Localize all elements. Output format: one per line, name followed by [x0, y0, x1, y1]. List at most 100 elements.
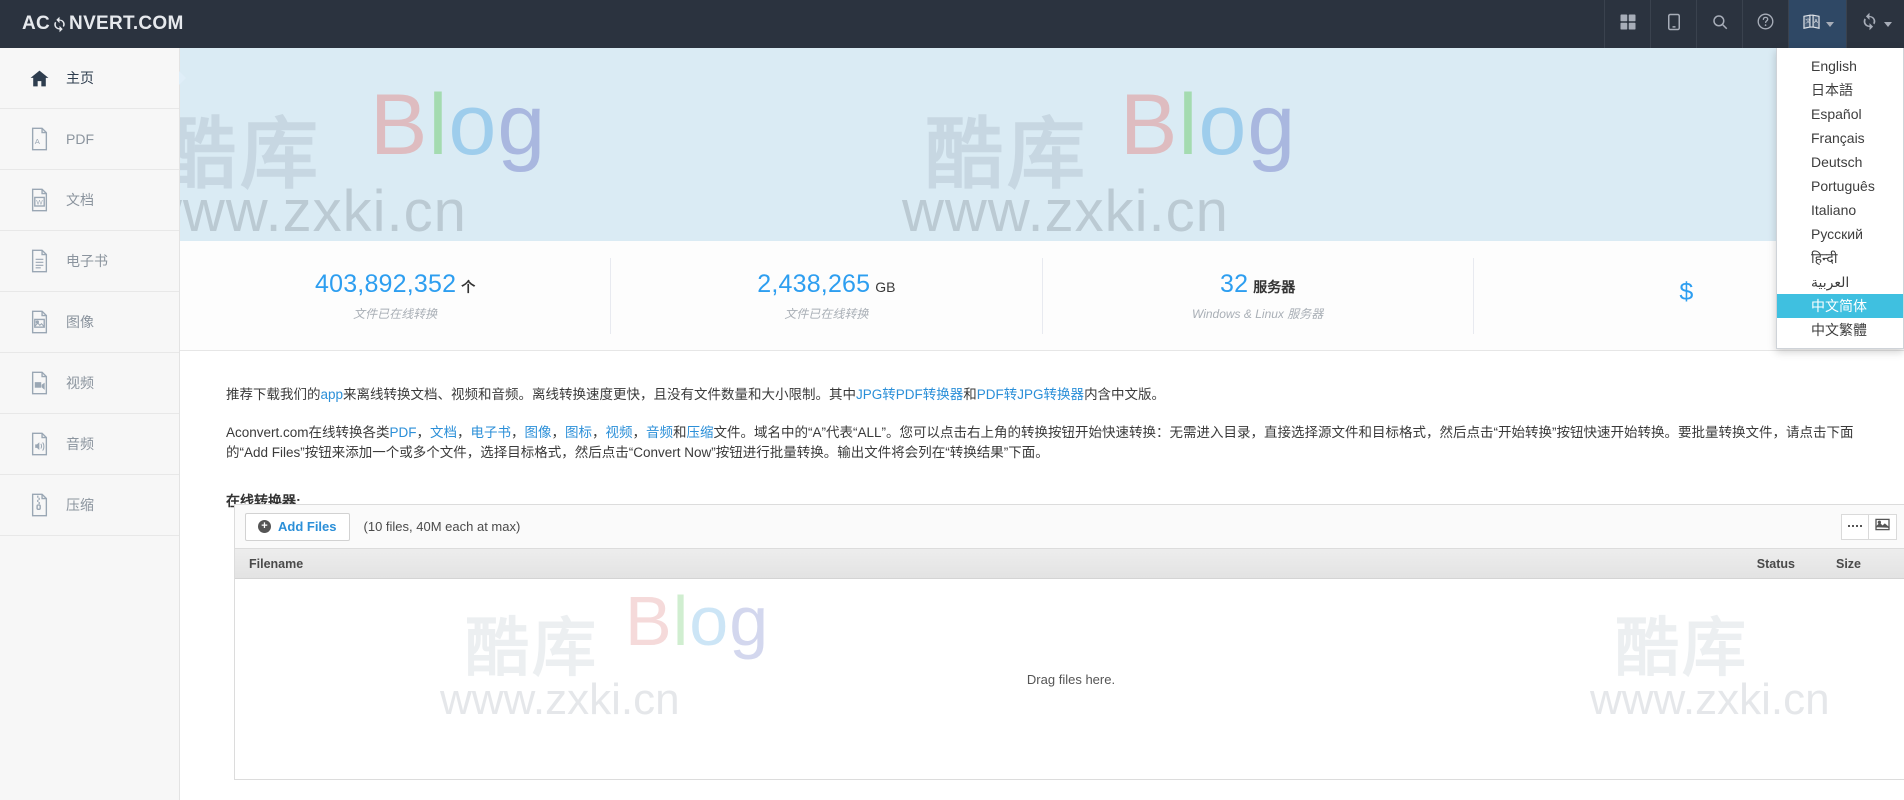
sidebar-item-ebook[interactable]: 电子书: [0, 231, 179, 292]
intro-paragraphs: 推荐下载我们的app来离线转换文档、视频和音频。离线转换速度更快，且没有文件数量…: [180, 351, 1904, 463]
content-watermark-blog-left: Blog: [625, 581, 769, 661]
stat-files-converted: 403,892,352 个 文件已在线转换: [180, 257, 612, 334]
sidebar-item-image[interactable]: 图像: [0, 292, 179, 353]
p1-text-4: 内含中文版。: [1084, 387, 1166, 402]
p1-text-2: 来离线转换文档、视频和音频。离线转换速度更快，且没有文件数量和大小限制。其中: [343, 387, 857, 402]
stat-line-1: 403,892,352 个: [315, 270, 475, 299]
pdf-file-icon: A: [26, 124, 52, 154]
watermark-blog-g2: g: [1247, 77, 1297, 173]
watermark-brand-right: 酷库: [925, 110, 1090, 198]
watermark-blog-b: B: [370, 77, 429, 173]
language-option-english[interactable]: English: [1777, 54, 1903, 78]
chevron-down-icon: [1883, 21, 1892, 27]
language-option-japanese[interactable]: 日本語: [1777, 78, 1903, 102]
p2-sep-4: ，: [551, 425, 566, 440]
sidebar-item-video[interactable]: 视频: [0, 353, 179, 414]
p2-sep-2: ，: [457, 425, 471, 440]
language-option-german[interactable]: Deutsch: [1777, 150, 1903, 174]
sidebar-item-home[interactable]: 主页: [0, 48, 186, 109]
stat-unit-files: 个: [461, 278, 476, 295]
stat-unit-gb: GB: [875, 278, 896, 295]
sidebar-label-video: 视频: [66, 375, 94, 391]
watermark-brand-left: 酷库: [180, 110, 323, 198]
sidebar-item-pdf[interactable]: A PDF: [0, 109, 179, 170]
language-option-arabic[interactable]: العربية: [1777, 270, 1903, 294]
column-header-filename: Filename: [249, 556, 304, 571]
link-archive[interactable]: 压缩: [687, 425, 714, 440]
stat-sub-files: 文件已在线转换: [353, 306, 438, 321]
sidebar-item-document[interactable]: W 文档: [0, 170, 179, 231]
svg-text:W: W: [36, 199, 43, 206]
logo-text-suffix: NVERT.COM: [69, 13, 184, 34]
language-option-chinese-traditional[interactable]: 中文繁體: [1777, 318, 1903, 342]
thumbnail-view-button[interactable]: [1869, 513, 1897, 540]
sidebar-item-archive[interactable]: 压缩: [0, 475, 179, 536]
p2-sep-7: 和: [673, 425, 687, 440]
video-file-icon: [26, 368, 52, 398]
stat-line-3: 32 服务器: [1220, 270, 1295, 299]
converter-panel: + Add Files (10 files, 40M each at max): [234, 504, 1904, 780]
language-option-spanish[interactable]: Español: [1777, 102, 1903, 126]
link-document[interactable]: 文档: [430, 425, 457, 440]
thumbnail-view-icon: [1875, 518, 1890, 536]
sidebar-label-audio: 音频: [66, 436, 94, 452]
main-content: 推荐下载我们的app来离线转换文档、视频和音频。离线转换速度更快，且没有文件数量…: [180, 351, 1904, 800]
link-app[interactable]: app: [321, 387, 344, 402]
paragraph-app-promo: 推荐下载我们的app来离线转换文档、视频和音频。离线转换速度更快，且没有文件数量…: [226, 385, 1858, 405]
home-icon: [26, 63, 52, 93]
svg-text:A: A: [34, 137, 40, 146]
search-icon-button[interactable]: [1696, 0, 1742, 48]
language-icon-button[interactable]: 文 A: [1788, 0, 1846, 48]
sidebar-item-audio[interactable]: 音频: [0, 414, 179, 475]
cwm-blog-b: B: [625, 582, 673, 660]
grid-icon-button[interactable]: [1604, 0, 1650, 48]
logo-text-prefix: AC: [22, 13, 51, 34]
language-option-russian[interactable]: Русский: [1777, 222, 1903, 246]
content-watermark-brand-right: 酷库: [1615, 612, 1749, 684]
device-icon-button[interactable]: [1650, 0, 1696, 48]
file-limit-note: (10 files, 40M each at max): [363, 519, 521, 534]
sidebar-active-pointer: [179, 71, 186, 85]
stat-line-2: 2,438,265 GB: [757, 270, 895, 299]
language-option-chinese-simplified[interactable]: 中文简体: [1777, 294, 1903, 318]
sidebar-label-ebook: 电子书: [66, 253, 108, 269]
help-icon-button[interactable]: [1742, 0, 1788, 48]
list-view-button[interactable]: [1841, 513, 1869, 540]
link-jpg-to-pdf[interactable]: JPG转PDF转换器: [856, 387, 963, 402]
stat-servers: 32 服务器 Windows & Linux 服务器: [1043, 257, 1474, 334]
convert-refresh-icon: [1860, 12, 1879, 36]
refresh-icon: [51, 16, 68, 33]
link-audio[interactable]: 音频: [646, 425, 673, 440]
column-header-status: Status: [1756, 556, 1795, 571]
link-video[interactable]: 视频: [606, 425, 633, 440]
link-pdf-to-jpg[interactable]: PDF转JPG转换器: [977, 387, 1084, 402]
cwm-blog-g: g: [729, 582, 770, 660]
add-files-button[interactable]: + Add Files: [245, 512, 350, 541]
link-icon[interactable]: 图标: [565, 425, 592, 440]
p2-text-1: Aconvert.com在线转换各类: [226, 425, 390, 440]
language-option-portuguese[interactable]: Português: [1777, 174, 1903, 198]
link-ebook[interactable]: 电子书: [471, 425, 512, 440]
link-pdf[interactable]: PDF: [390, 425, 417, 440]
column-header-size: Size: [1835, 556, 1861, 571]
stat-sub-servers: Windows & Linux 服务器: [1191, 306, 1324, 321]
watermark-blog-right: Blog: [1120, 76, 1296, 175]
drag-files-label: Drag files here.: [1026, 671, 1116, 687]
language-option-italian[interactable]: Italiano: [1777, 198, 1903, 222]
watermark-blog-l2: l: [1178, 77, 1199, 173]
stat-line-4: $: [1679, 278, 1698, 307]
link-image[interactable]: 图像: [525, 425, 552, 440]
hero-banner: 酷库 Blog www.zxki.cn 酷库 Blog www.zxki.cn: [180, 48, 1904, 241]
site-logo[interactable]: AC NVERT.COM: [0, 0, 206, 48]
convert-icon-button[interactable]: [1846, 0, 1904, 48]
file-drop-area[interactable]: 酷库 Blog www.zxki.cn 酷库 www.zxki.cn Drag …: [235, 579, 1904, 779]
watermark-url-left: www.zxki.cn: [180, 179, 467, 241]
watermark-url-right: www.zxki.cn: [902, 179, 1229, 241]
stat-number-gb: 2,438,265: [757, 269, 871, 298]
watermark-blog-o: o: [448, 77, 498, 173]
chevron-down-icon: [1825, 21, 1834, 27]
language-option-french[interactable]: Français: [1777, 126, 1903, 150]
language-option-hindi[interactable]: हिन्दी: [1777, 246, 1903, 270]
p1-text-3: 和: [963, 387, 977, 402]
language-dropdown-menu: English 日本語 Español Français Deutsch Por…: [1776, 48, 1904, 349]
